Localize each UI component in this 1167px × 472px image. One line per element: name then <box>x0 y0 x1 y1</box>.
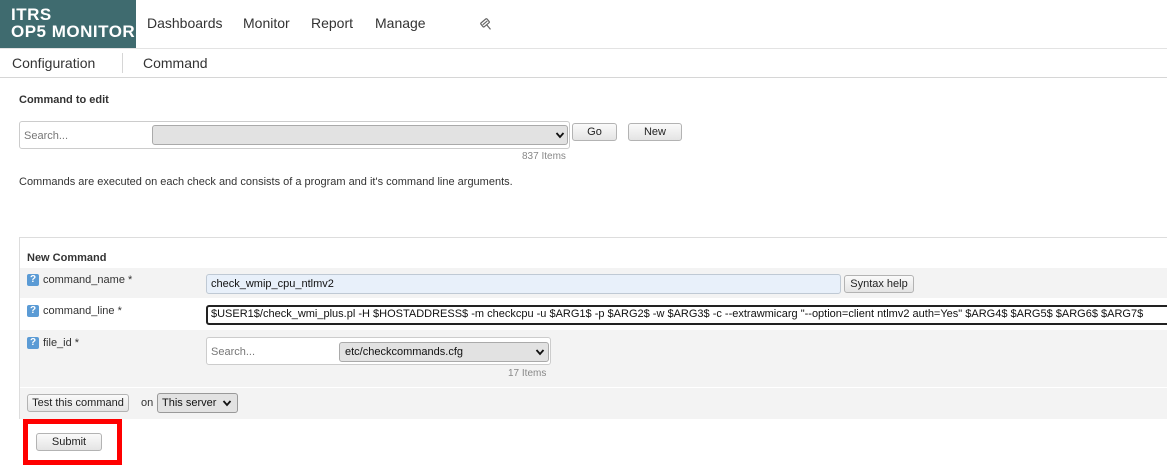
chevron-down-icon <box>555 132 565 139</box>
new-command-form: New Command ? command_name * check_wmip_… <box>19 237 1167 419</box>
nav-monitor[interactable]: Monitor <box>243 15 290 31</box>
command-search-input[interactable] <box>24 127 149 145</box>
breadcrumb: Configuration Command <box>0 48 1167 78</box>
command-name-input[interactable]: check_wmip_cpu_ntlmv2 <box>206 274 841 294</box>
command-search-box <box>19 121 570 149</box>
server-select-value: This server <box>162 397 217 409</box>
syntax-help-button[interactable]: Syntax help <box>844 275 914 293</box>
top-navigation: ITRS OP5 MONITOR Dashboards Monitor Repo… <box>0 0 1167 48</box>
file-id-box: etc/checkcommands.cfg <box>206 337 551 365</box>
nav-dashboards[interactable]: Dashboards <box>147 15 223 31</box>
on-label: on <box>141 397 154 409</box>
pin-icon[interactable] <box>478 16 494 32</box>
file-id-count: 17 Items <box>508 368 547 379</box>
nav-manage[interactable]: Manage <box>375 15 426 31</box>
help-icon[interactable]: ? <box>27 274 39 286</box>
nav-report[interactable]: Report <box>311 15 353 31</box>
command-count: 837 Items <box>522 151 566 162</box>
form-header: New Command <box>20 238 1167 268</box>
test-command-row: Test this command on This server <box>20 388 1167 419</box>
command-line-input[interactable]: $USER1$/check_wmi_plus.pl -H $HOSTADDRES… <box>206 305 1167 325</box>
help-icon[interactable]: ? <box>27 305 39 317</box>
chevron-down-icon <box>222 400 232 407</box>
file-id-search-input[interactable] <box>211 344 331 360</box>
file-id-label: file_id * <box>43 337 80 349</box>
breadcrumb-configuration[interactable]: Configuration <box>12 55 95 71</box>
test-command-button[interactable]: Test this command <box>27 394 129 412</box>
command-line-row: ? command_line * $USER1$/check_wmi_plus.… <box>20 299 1167 329</box>
logo-line-1: ITRS <box>11 5 52 24</box>
command-name-row: ? command_name * check_wmip_cpu_ntlmv2 S… <box>20 268 1167 298</box>
breadcrumb-command[interactable]: Command <box>143 55 208 71</box>
go-button[interactable]: Go <box>572 123 617 141</box>
form-title: New Command <box>27 252 107 264</box>
breadcrumb-divider <box>122 53 123 73</box>
command-description: Commands are executed on each check and … <box>19 176 513 188</box>
help-icon[interactable]: ? <box>27 337 39 349</box>
new-button[interactable]: New <box>628 123 682 141</box>
command-to-edit-title: Command to edit <box>19 94 109 106</box>
file-id-select[interactable]: etc/checkcommands.cfg <box>339 342 549 362</box>
command-select[interactable] <box>152 125 568 145</box>
file-id-select-value: etc/checkcommands.cfg <box>345 346 463 358</box>
app-logo[interactable]: ITRS OP5 MONITOR <box>0 0 136 48</box>
file-id-row: ? file_id * etc/checkcommands.cfg 17 Ite… <box>20 330 1167 387</box>
submit-button[interactable]: Submit <box>36 433 102 451</box>
command-line-label: command_line * <box>43 305 122 317</box>
command-name-label: command_name * <box>43 274 133 286</box>
chevron-down-icon <box>535 349 545 356</box>
logo-line-2: OP5 MONITOR <box>11 22 136 41</box>
server-select[interactable]: This server <box>157 393 238 413</box>
